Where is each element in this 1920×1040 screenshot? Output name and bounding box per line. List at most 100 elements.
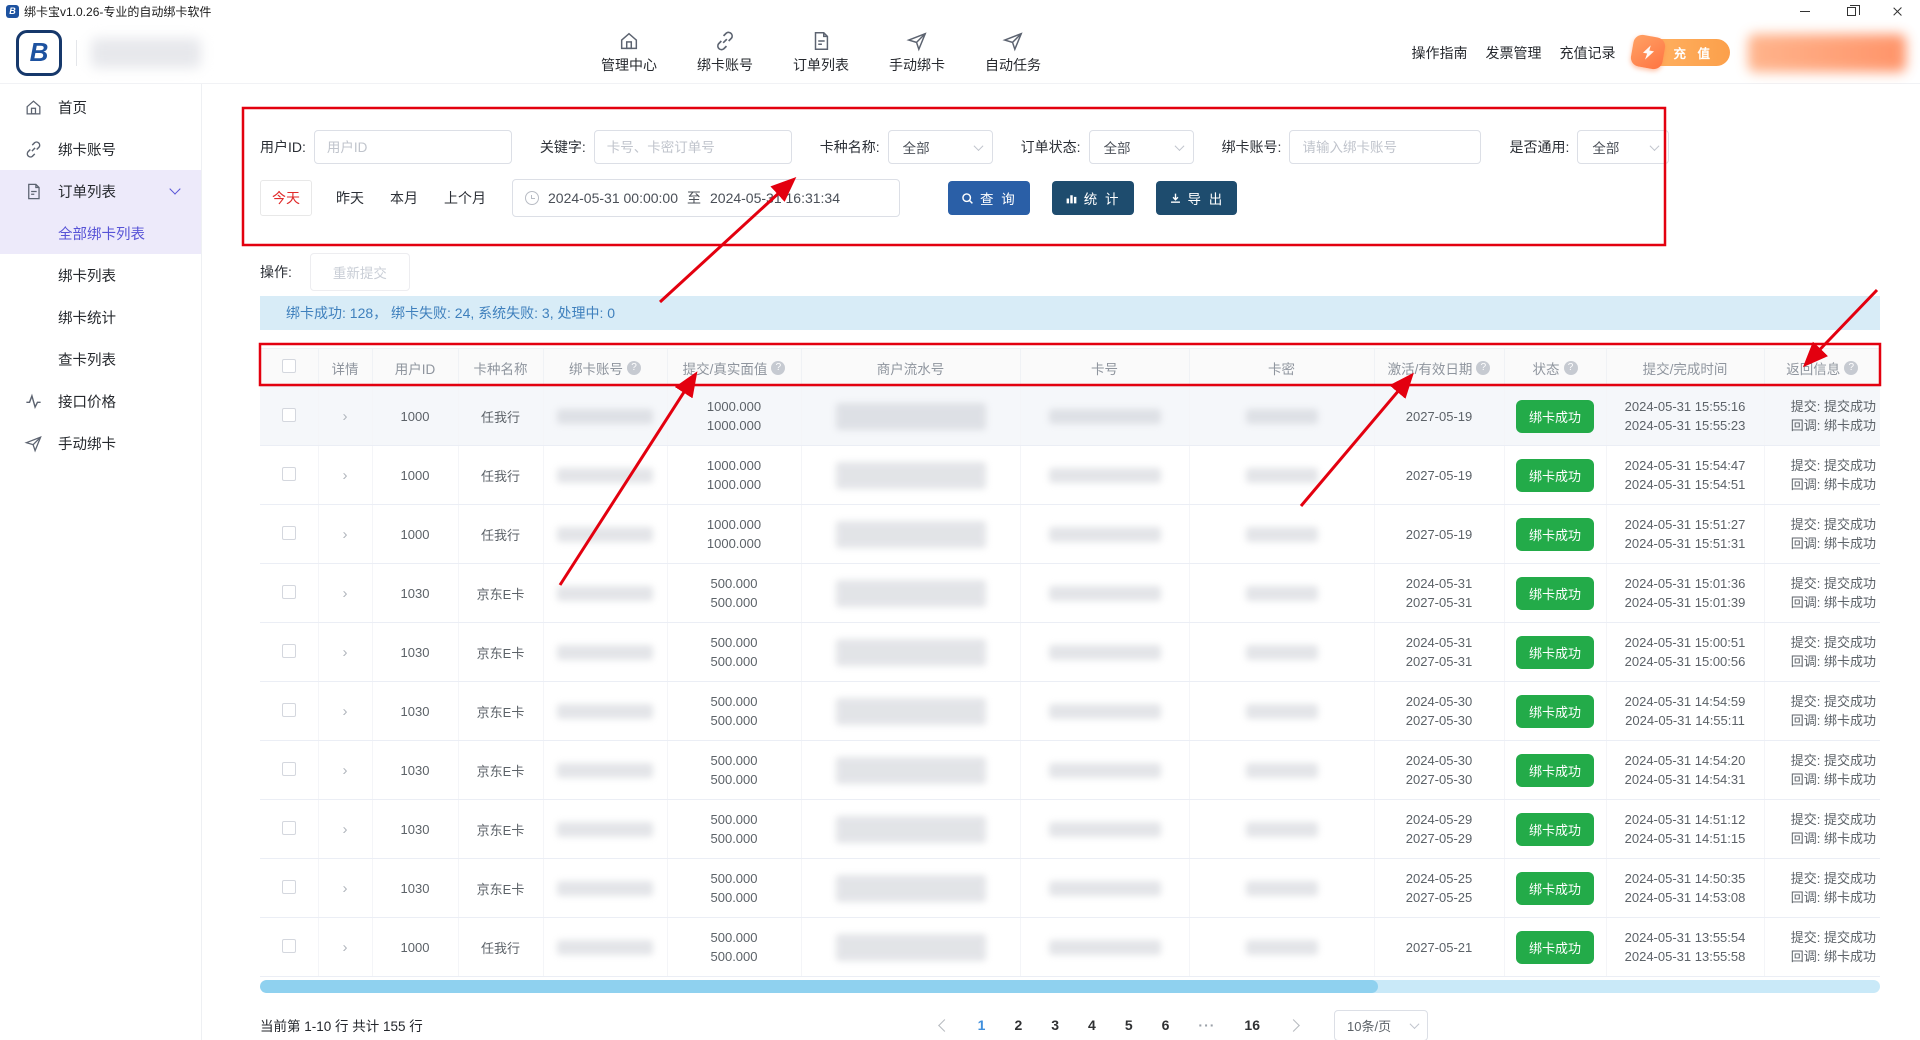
date-range-picker[interactable]: 2024-05-31 00:00:00 至 2024-05-31 16:31:3… bbox=[512, 179, 900, 217]
cell-bind-account bbox=[543, 741, 667, 800]
expand-row-icon[interactable]: › bbox=[343, 467, 348, 484]
select-all-checkbox[interactable] bbox=[282, 359, 296, 373]
expand-row-icon[interactable]: › bbox=[343, 526, 348, 543]
expand-row-icon[interactable]: › bbox=[343, 880, 348, 897]
cell-select bbox=[260, 446, 318, 505]
sidebar-item-all-bind-list[interactable]: 全部绑卡列表 bbox=[0, 212, 201, 254]
link-recharge-records[interactable]: 充值记录 bbox=[1560, 43, 1616, 63]
row-checkbox[interactable] bbox=[282, 526, 296, 540]
row-checkbox[interactable] bbox=[282, 939, 296, 953]
row-checkbox[interactable] bbox=[282, 408, 296, 422]
redacted-bind-account bbox=[557, 940, 653, 955]
next-page-button[interactable] bbox=[1287, 1019, 1300, 1032]
page-size-select[interactable]: 10条/页 bbox=[1334, 1010, 1428, 1040]
range-this-month-button[interactable]: 本月 bbox=[390, 188, 418, 208]
nav-item-management-center[interactable]: 管理中心 bbox=[598, 30, 660, 75]
cell-user-id: 1030 bbox=[372, 859, 458, 918]
export-button[interactable]: 导 出 bbox=[1156, 181, 1238, 215]
redacted-merchant-serial bbox=[836, 698, 986, 725]
help-icon[interactable]: ? bbox=[1564, 361, 1578, 375]
cell-card-number bbox=[1020, 741, 1189, 800]
cell-card-secret bbox=[1189, 741, 1374, 800]
horizontal-scrollbar[interactable] bbox=[260, 980, 1880, 993]
row-checkbox[interactable] bbox=[282, 644, 296, 658]
expand-row-icon[interactable]: › bbox=[343, 644, 348, 661]
cell-activation-date: 2027-05-19 bbox=[1374, 446, 1504, 505]
nav-item-manual-bind[interactable]: 手动绑卡 bbox=[886, 30, 948, 75]
sidebar-item-api-prices[interactable]: 接口价格 bbox=[0, 380, 201, 422]
expand-row-icon[interactable]: › bbox=[343, 762, 348, 779]
nav-item-order-list[interactable]: 订单列表 bbox=[790, 30, 852, 75]
sidebar-item-bind-stats[interactable]: 绑卡统计 bbox=[0, 296, 201, 338]
page-number-16[interactable]: 16 bbox=[1244, 1017, 1260, 1033]
restore-button[interactable] bbox=[1828, 0, 1874, 22]
redacted-merchant-serial bbox=[836, 580, 986, 607]
row-checkbox[interactable] bbox=[282, 880, 296, 894]
cell-card-number bbox=[1020, 800, 1189, 859]
expand-row-icon[interactable]: › bbox=[343, 408, 348, 425]
order-status-select[interactable]: 全部 bbox=[1089, 130, 1194, 164]
row-checkbox[interactable] bbox=[282, 703, 296, 717]
redacted-card-secret bbox=[1246, 704, 1318, 719]
link-operation-guide[interactable]: 操作指南 bbox=[1412, 43, 1468, 63]
expand-row-icon[interactable]: › bbox=[343, 703, 348, 720]
sidebar-item-order-list[interactable]: 订单列表 bbox=[0, 170, 201, 212]
page-number-2[interactable]: 2 bbox=[1014, 1017, 1022, 1033]
sidebar-item-card-query-list[interactable]: 查卡列表 bbox=[0, 338, 201, 380]
page-number-6[interactable]: 6 bbox=[1162, 1017, 1170, 1033]
cell-card-type: 京东E卡 bbox=[458, 623, 543, 682]
expand-row-icon[interactable]: › bbox=[343, 585, 348, 602]
row-checkbox[interactable] bbox=[282, 585, 296, 599]
page-number-3[interactable]: 3 bbox=[1051, 1017, 1059, 1033]
nav-item-auto-tasks[interactable]: 自动任务 bbox=[982, 30, 1044, 75]
range-today-button[interactable]: 今天 bbox=[260, 180, 312, 216]
user-id-input[interactable] bbox=[314, 130, 512, 164]
recharge-button[interactable]: 充 值 bbox=[1640, 39, 1730, 66]
card-type-select[interactable]: 全部 bbox=[888, 130, 993, 164]
page-number-1[interactable]: 1 bbox=[978, 1017, 986, 1033]
page-ellipsis[interactable]: ··· bbox=[1198, 1017, 1215, 1033]
link-invoice-management[interactable]: 发票管理 bbox=[1486, 43, 1542, 63]
bind-account-input[interactable] bbox=[1289, 130, 1481, 164]
expand-row-icon[interactable]: › bbox=[343, 939, 348, 956]
expand-row-icon[interactable]: › bbox=[343, 821, 348, 838]
row-checkbox[interactable] bbox=[282, 821, 296, 835]
resubmit-button[interactable]: 重新提交 bbox=[310, 253, 410, 291]
minimize-button[interactable] bbox=[1782, 0, 1828, 22]
prev-page-button[interactable] bbox=[938, 1019, 951, 1032]
sidebar-item-manual-bind[interactable]: 手动绑卡 bbox=[0, 422, 201, 464]
redacted-card-secret bbox=[1246, 822, 1318, 837]
filter-row-2: 今天 昨天 本月 上个月 2024-05-31 00:00:00 至 2024-… bbox=[260, 179, 1880, 217]
search-button[interactable]: 查 询 bbox=[948, 181, 1030, 215]
help-icon[interactable]: ? bbox=[771, 361, 785, 375]
action-label: 操作: bbox=[260, 262, 292, 282]
chevron-down-icon bbox=[1650, 141, 1660, 151]
row-checkbox[interactable] bbox=[282, 762, 296, 776]
help-icon[interactable]: ? bbox=[1476, 361, 1490, 375]
redacted-bind-account bbox=[557, 468, 653, 483]
sidebar-item-bind-accounts[interactable]: 绑卡账号 bbox=[0, 128, 201, 170]
universal-select[interactable]: 全部 bbox=[1577, 130, 1669, 164]
cell-times: 2024-05-31 14:50:352024-05-31 14:53:08 bbox=[1606, 859, 1764, 918]
page-number-5[interactable]: 5 bbox=[1125, 1017, 1133, 1033]
keyword-input[interactable] bbox=[594, 130, 792, 164]
redacted-account-button[interactable] bbox=[1748, 34, 1906, 72]
cell-status: 绑卡成功 bbox=[1504, 682, 1606, 741]
scrollbar-thumb[interactable] bbox=[260, 980, 1378, 993]
sidebar-item-bind-list[interactable]: 绑卡列表 bbox=[0, 254, 201, 296]
range-last-month-button[interactable]: 上个月 bbox=[444, 188, 486, 208]
stats-button[interactable]: 统 计 bbox=[1052, 181, 1134, 215]
cell-face-value: 500.000500.000 bbox=[667, 623, 801, 682]
sidebar-item-home[interactable]: 首页 bbox=[0, 86, 201, 128]
help-icon[interactable]: ? bbox=[1844, 361, 1858, 375]
range-yesterday-button[interactable]: 昨天 bbox=[336, 188, 364, 208]
redacted-bind-account bbox=[557, 645, 653, 660]
row-checkbox[interactable] bbox=[282, 467, 296, 481]
page-number-4[interactable]: 4 bbox=[1088, 1017, 1096, 1033]
cell-select bbox=[260, 505, 318, 564]
nav-item-bind-accounts[interactable]: 绑卡账号 bbox=[694, 30, 756, 75]
cell-card-secret bbox=[1189, 505, 1374, 564]
help-icon[interactable]: ? bbox=[627, 361, 641, 375]
cell-detail: › bbox=[318, 564, 372, 623]
close-button[interactable] bbox=[1874, 0, 1920, 22]
